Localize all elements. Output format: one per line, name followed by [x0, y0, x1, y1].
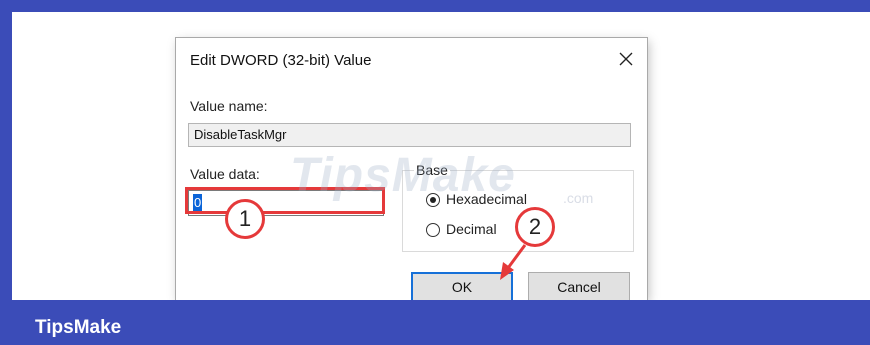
footer-brand: TipsMake	[35, 317, 122, 338]
footer-bar: TipsMake	[0, 300, 870, 345]
step2-arrow	[500, 244, 527, 280]
